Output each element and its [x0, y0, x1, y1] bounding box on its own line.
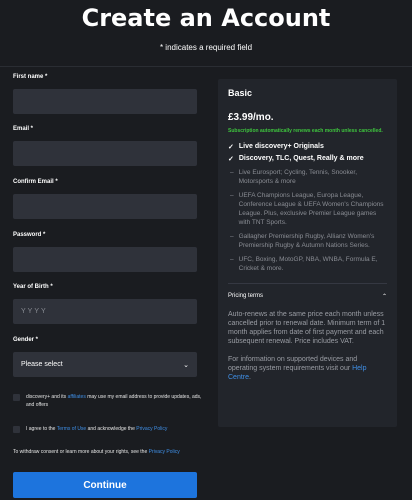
withdraw-privacy-policy-link[interactable]: Privacy Policy	[149, 449, 180, 455]
first-name-field[interactable]	[13, 89, 197, 114]
divider	[0, 66, 412, 67]
terms-consent-checkbox[interactable]	[13, 426, 20, 433]
chevron-down-icon: ⌄	[183, 361, 189, 369]
terms-paragraph: For information on supported devices and…	[228, 356, 367, 381]
continue-button[interactable]: Continue	[13, 472, 197, 498]
feature-item: ✓ Discovery, TLC, Quest, Really & more	[228, 155, 364, 163]
confirm-email-input[interactable]	[13, 194, 197, 219]
pricing-terms-body: Auto-renews at the same price each month…	[228, 310, 387, 382]
terms-consent-row: I agree to the Terms of Use and acknowle…	[13, 425, 203, 433]
marketing-consent-row: discovery+ and its affiliates may use my…	[13, 393, 203, 409]
page-title: Create an Account	[81, 4, 331, 32]
divider	[228, 283, 387, 284]
dash-icon: –	[230, 169, 234, 176]
check-icon: ✓	[228, 156, 234, 163]
plan-price: £3.99/mo.	[228, 112, 274, 123]
marketing-consent-checkbox[interactable]	[13, 394, 20, 401]
email-input[interactable]	[13, 141, 197, 166]
check-icon: ✓	[228, 144, 234, 151]
chevron-up-icon: ⌃	[381, 294, 387, 300]
marketing-consent-text: discovery+ and its affiliates may use my…	[26, 394, 202, 408]
year-of-birth-input[interactable]	[13, 299, 197, 324]
dash-icon: –	[230, 192, 234, 199]
terms-paragraph: Auto-renews at the same price each month…	[228, 311, 386, 345]
sub-feature-item: – UEFA Champions League, Europa League, C…	[230, 192, 384, 226]
feature-item: ✓ Live discovery+ Originals	[228, 143, 324, 151]
required-note: * indicates a required field	[159, 43, 253, 52]
renew-note: Subscription automatically renews each m…	[228, 128, 383, 134]
email-field[interactable]	[13, 141, 197, 166]
first-name-label: First name *	[13, 74, 48, 80]
gender-label: Gender *	[13, 337, 39, 343]
gender-select[interactable]: Please select ⌄	[13, 352, 197, 377]
password-label: Password *	[13, 232, 46, 238]
password-field[interactable]	[13, 247, 197, 272]
gender-select-value: Please select	[21, 361, 63, 368]
withdraw-note: To withdraw consent or learn more about …	[13, 449, 180, 455]
year-of-birth-label: Year of Birth *	[13, 284, 53, 290]
terms-of-use-link[interactable]: Terms of Use	[57, 426, 86, 432]
dash-icon: –	[230, 233, 234, 240]
sub-feature-item: – Live Eurosport; Cycling, Tennis, Snooke…	[230, 169, 358, 185]
plan-name: Basic	[228, 88, 253, 98]
terms-consent-text: I agree to the Terms of Use and acknowle…	[26, 426, 168, 432]
affiliates-link[interactable]: affiliates	[68, 394, 86, 400]
sub-feature-item: – Gallagher Premiership Rugby, Allianz Wo…	[230, 233, 375, 249]
pricing-terms-toggle[interactable]: Pricing terms ⌃	[228, 293, 387, 300]
confirm-email-label: Confirm Email *	[13, 179, 58, 185]
sub-feature-item: – UFC, Boxing, MotoGP, NBA, WNBA, Formula…	[230, 256, 378, 272]
pricing-terms-label: Pricing terms	[228, 293, 264, 299]
privacy-policy-link[interactable]: Privacy Policy	[136, 426, 167, 432]
dash-icon: –	[230, 256, 234, 263]
password-input[interactable]	[13, 247, 197, 272]
first-name-input[interactable]	[13, 89, 197, 114]
plan-summary-card: Basic £3.99/mo. Subscription automatical…	[218, 79, 397, 427]
confirm-email-field[interactable]	[13, 194, 197, 219]
year-of-birth-field[interactable]	[13, 299, 197, 324]
email-label: Email *	[13, 126, 34, 132]
